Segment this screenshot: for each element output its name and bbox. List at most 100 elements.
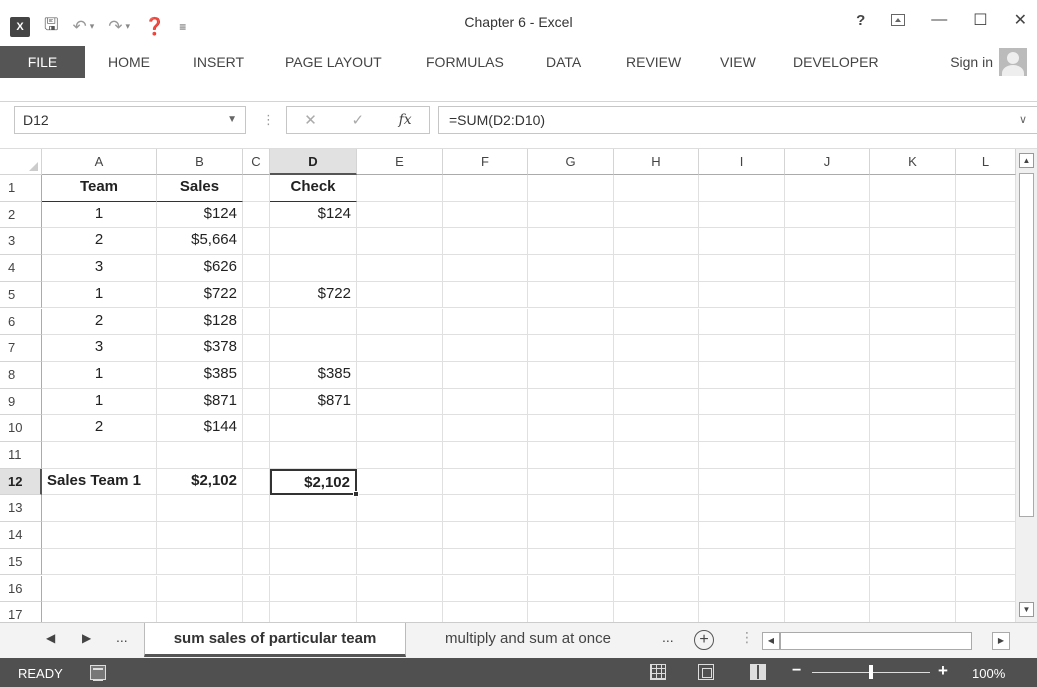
cell-i17[interactable]	[699, 602, 785, 622]
cell-c1[interactable]	[243, 175, 270, 202]
sign-in[interactable]: Sign in	[950, 48, 1027, 76]
cell-j14[interactable]	[785, 522, 870, 549]
column-header-a[interactable]: A	[42, 149, 157, 175]
cell-e11[interactable]	[357, 442, 443, 469]
page-break-view-icon[interactable]	[750, 664, 766, 680]
cell-l6[interactable]	[956, 308, 1016, 336]
cell-g1[interactable]	[528, 175, 614, 202]
cell-b10[interactable]: $144	[157, 415, 243, 442]
cell-e7[interactable]	[357, 335, 443, 362]
row-header[interactable]: 13	[0, 495, 42, 523]
cell-j17[interactable]	[785, 602, 870, 622]
column-header-h[interactable]: H	[614, 149, 699, 175]
cell-g14[interactable]	[528, 522, 614, 549]
cell-b4[interactable]: $626	[157, 255, 243, 282]
cell-b16[interactable]	[157, 575, 243, 603]
cell-b15[interactable]	[157, 548, 243, 576]
cell-a14[interactable]	[42, 522, 157, 549]
cell-g15[interactable]	[528, 548, 614, 576]
cell-c8[interactable]	[243, 361, 270, 389]
row-header[interactable]: 14	[0, 522, 42, 549]
cell-c9[interactable]	[243, 388, 270, 416]
cell-j6[interactable]	[785, 308, 870, 336]
cell-b7[interactable]: $378	[157, 335, 243, 362]
cell-g3[interactable]	[528, 228, 614, 256]
cell-k1[interactable]	[870, 175, 956, 202]
sheet-tab-multiply-sum[interactable]: multiply and sum at once	[416, 623, 640, 657]
cell-h8[interactable]	[614, 361, 699, 389]
formula-input[interactable]: =SUM(D2:D10) ∨	[438, 106, 1037, 134]
scroll-down-icon[interactable]: ▼	[1019, 602, 1034, 617]
cell-g9[interactable]	[528, 388, 614, 416]
cell-g17[interactable]	[528, 602, 614, 622]
cell-j7[interactable]	[785, 335, 870, 362]
cell-d16[interactable]	[270, 575, 357, 603]
cell-f2[interactable]	[443, 201, 528, 229]
cell-j9[interactable]	[785, 388, 870, 416]
cell-j2[interactable]	[785, 201, 870, 229]
cell-d1[interactable]: Check	[270, 175, 357, 202]
zoom-percent[interactable]: 100%	[972, 666, 1005, 681]
cell-l2[interactable]	[956, 201, 1016, 229]
cell-i10[interactable]	[699, 415, 785, 442]
column-header-e[interactable]: E	[357, 149, 443, 175]
cell-k12[interactable]	[870, 468, 956, 496]
tab-home[interactable]: HOME	[108, 46, 150, 78]
cell-b6[interactable]: $128	[157, 308, 243, 336]
maximize-icon[interactable]: ☐	[973, 10, 987, 30]
cell-l13[interactable]	[956, 495, 1016, 523]
cell-g12[interactable]	[528, 468, 614, 496]
column-header-k[interactable]: K	[870, 149, 956, 175]
cell-a8[interactable]: 1	[42, 361, 157, 389]
cell-k6[interactable]	[870, 308, 956, 336]
cell-f6[interactable]	[443, 308, 528, 336]
cell-c13[interactable]	[243, 495, 270, 523]
worksheet-grid[interactable]: ▲ ▼ A B C D E F G H I J K L 1 Team Sales Check 2 1 $124 $12…	[0, 148, 1037, 622]
row-header[interactable]: 7	[0, 335, 42, 362]
cell-l10[interactable]	[956, 415, 1016, 442]
cell-g13[interactable]	[528, 495, 614, 523]
cell-b1[interactable]: Sales	[157, 175, 243, 202]
cell-b12[interactable]: $2,102	[157, 468, 243, 496]
row-header[interactable]: 3	[0, 228, 42, 256]
cell-j16[interactable]	[785, 575, 870, 603]
row-header[interactable]: 6	[0, 308, 42, 336]
cell-d12[interactable]: $2,102	[270, 468, 357, 496]
cell-l15[interactable]	[956, 548, 1016, 576]
cell-h7[interactable]	[614, 335, 699, 362]
row-header[interactable]: 8	[0, 361, 42, 389]
cell-d7[interactable]	[270, 335, 357, 362]
tab-formulas[interactable]: FORMULAS	[426, 46, 504, 78]
cell-f11[interactable]	[443, 442, 528, 469]
cell-l14[interactable]	[956, 522, 1016, 549]
formula-bar-splitter[interactable]: ⋮	[262, 112, 275, 128]
column-header-b[interactable]: B	[157, 149, 243, 175]
cell-i3[interactable]	[699, 228, 785, 256]
cell-j4[interactable]	[785, 255, 870, 282]
cell-b3[interactable]: $5,664	[157, 228, 243, 256]
cell-g7[interactable]	[528, 335, 614, 362]
cell-j5[interactable]	[785, 281, 870, 309]
cell-h10[interactable]	[614, 415, 699, 442]
cell-l1[interactable]	[956, 175, 1016, 202]
cell-c2[interactable]	[243, 201, 270, 229]
column-header-i[interactable]: I	[699, 149, 785, 175]
cell-a3[interactable]: 2	[42, 228, 157, 256]
cell-k15[interactable]	[870, 548, 956, 576]
row-header[interactable]: 1	[0, 175, 42, 202]
cell-j8[interactable]	[785, 361, 870, 389]
cell-e14[interactable]	[357, 522, 443, 549]
column-header-d[interactable]: D	[270, 149, 357, 175]
tab-page-layout[interactable]: PAGE LAYOUT	[285, 46, 382, 78]
cell-f9[interactable]	[443, 388, 528, 416]
cell-d13[interactable]	[270, 495, 357, 523]
cell-c12[interactable]	[243, 468, 270, 496]
cell-j12[interactable]	[785, 468, 870, 496]
row-header[interactable]: 5	[0, 281, 42, 309]
cell-l12[interactable]	[956, 468, 1016, 496]
row-header[interactable]: 2	[0, 201, 42, 229]
cell-f1[interactable]	[443, 175, 528, 202]
cell-j13[interactable]	[785, 495, 870, 523]
column-header-j[interactable]: J	[785, 149, 870, 175]
cell-a2[interactable]: 1	[42, 201, 157, 229]
